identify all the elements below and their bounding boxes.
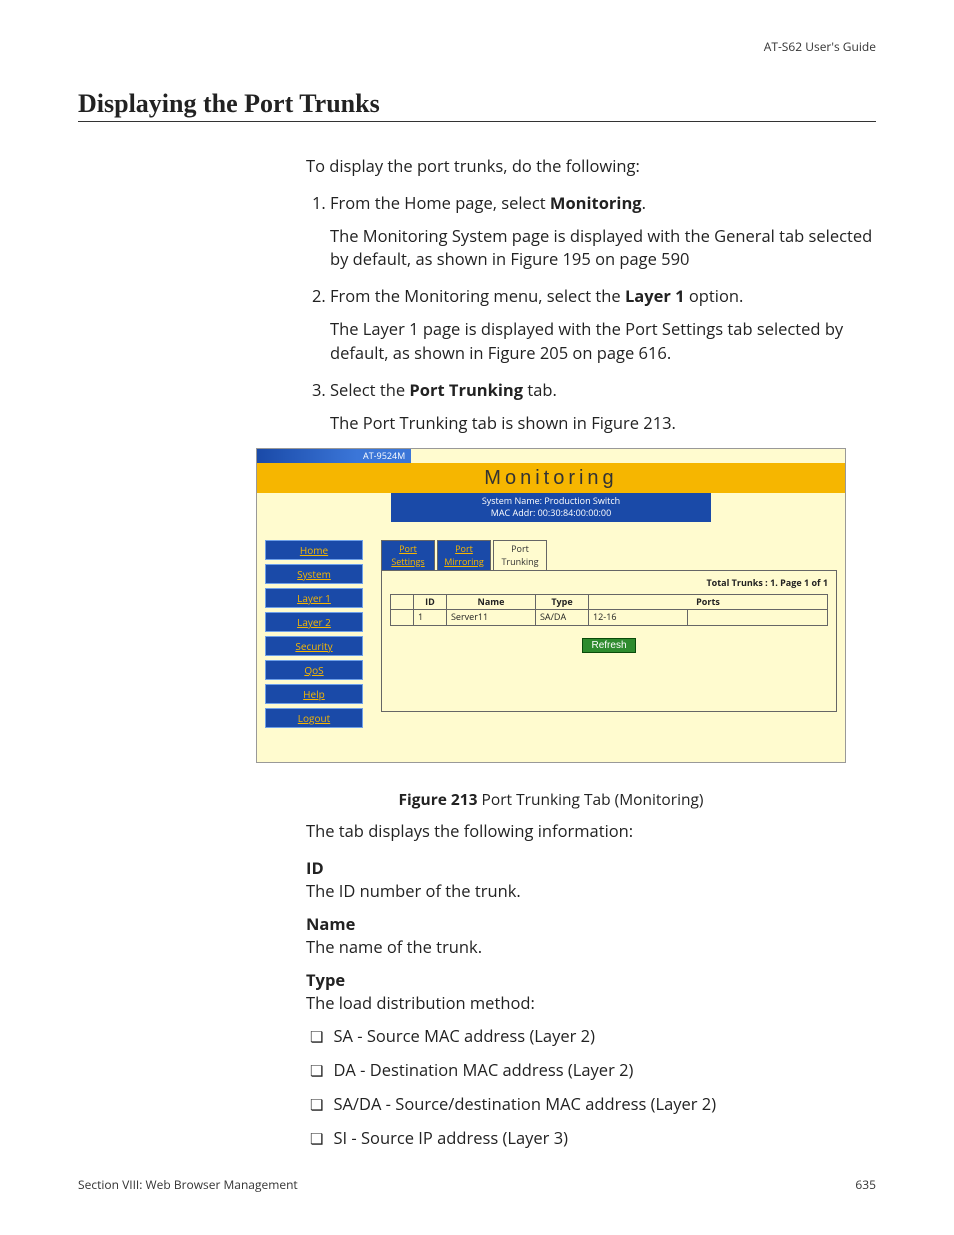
refresh-button[interactable]: Refresh bbox=[582, 638, 635, 653]
step-2: From the Monitoring menu, select the Lay… bbox=[330, 284, 876, 363]
figure-trunk-table: ID Name Type Ports 1 Server11 SA/DA bbox=[390, 594, 828, 626]
figure-sysinfo: System Name: Production Switch MAC Addr:… bbox=[391, 493, 711, 522]
list-item: SA - Source MAC address (Layer 2) bbox=[310, 1024, 876, 1048]
sidebar-item-system[interactable]: System bbox=[265, 564, 363, 584]
definition-type: Type The load distribution method: bbox=[306, 968, 876, 1014]
definition-id: ID The ID number of the trunk. bbox=[306, 856, 876, 902]
page-title: Displaying the Port Trunks bbox=[78, 89, 876, 122]
sidebar-item-help[interactable]: Help bbox=[265, 684, 363, 704]
sidebar-item-security[interactable]: Security bbox=[265, 636, 363, 656]
header-guide-name: AT-S62 User's Guide bbox=[78, 38, 876, 55]
step-3-followup: The Port Trunking tab is shown in Figure… bbox=[330, 411, 876, 434]
tab-port-mirroring[interactable]: PortMirroring bbox=[437, 540, 491, 570]
after-figure-text: The tab displays the following informati… bbox=[306, 819, 876, 842]
figure-device-name: AT-9524M bbox=[357, 449, 411, 463]
definition-name: Name The name of the trunk. bbox=[306, 912, 876, 958]
step-2-followup: The Layer 1 page is displayed with the P… bbox=[330, 317, 876, 363]
step-1-followup: The Monitoring System page is displayed … bbox=[330, 224, 876, 270]
footer-page-number: 635 bbox=[855, 1176, 876, 1193]
sidebar-item-home[interactable]: Home bbox=[265, 540, 363, 560]
table-row: 1 Server11 SA/DA 12-16 bbox=[391, 610, 828, 626]
list-item: SA/DA - Source/destination MAC address (… bbox=[310, 1092, 876, 1116]
tab-port-settings[interactable]: PortSettings bbox=[381, 540, 435, 570]
figure-heading: Monitoring bbox=[257, 463, 845, 493]
figure-total-trunks: Total Trunks : 1. Page 1 of 1 bbox=[390, 577, 828, 590]
list-item: DA - Destination MAC address (Layer 2) bbox=[310, 1058, 876, 1082]
sidebar-item-layer2[interactable]: Layer 2 bbox=[265, 612, 363, 632]
sidebar-item-layer1[interactable]: Layer 1 bbox=[265, 588, 363, 608]
figure-sidebar: Home System Layer 1 Layer 2 Security QoS… bbox=[265, 540, 363, 732]
step-1: From the Home page, select Monitoring. T… bbox=[330, 191, 876, 270]
intro-text: To display the port trunks, do the follo… bbox=[306, 154, 876, 177]
footer-section: Section VIII: Web Browser Management bbox=[78, 1176, 298, 1193]
step-3: Select the Port Trunking tab. The Port T… bbox=[330, 378, 876, 434]
figure-213: AT-9524M Monitoring System Name: Product… bbox=[256, 448, 846, 811]
sidebar-item-qos[interactable]: QoS bbox=[265, 660, 363, 680]
type-options-list: SA - Source MAC address (Layer 2) DA - D… bbox=[306, 1024, 876, 1150]
list-item: SI - Source IP address (Layer 3) bbox=[310, 1126, 876, 1150]
sidebar-item-logout[interactable]: Logout bbox=[265, 708, 363, 728]
figure-caption: Figure 213 Port Trunking Tab (Monitoring… bbox=[256, 789, 846, 811]
tab-port-trunking[interactable]: PortTrunking bbox=[493, 540, 547, 570]
